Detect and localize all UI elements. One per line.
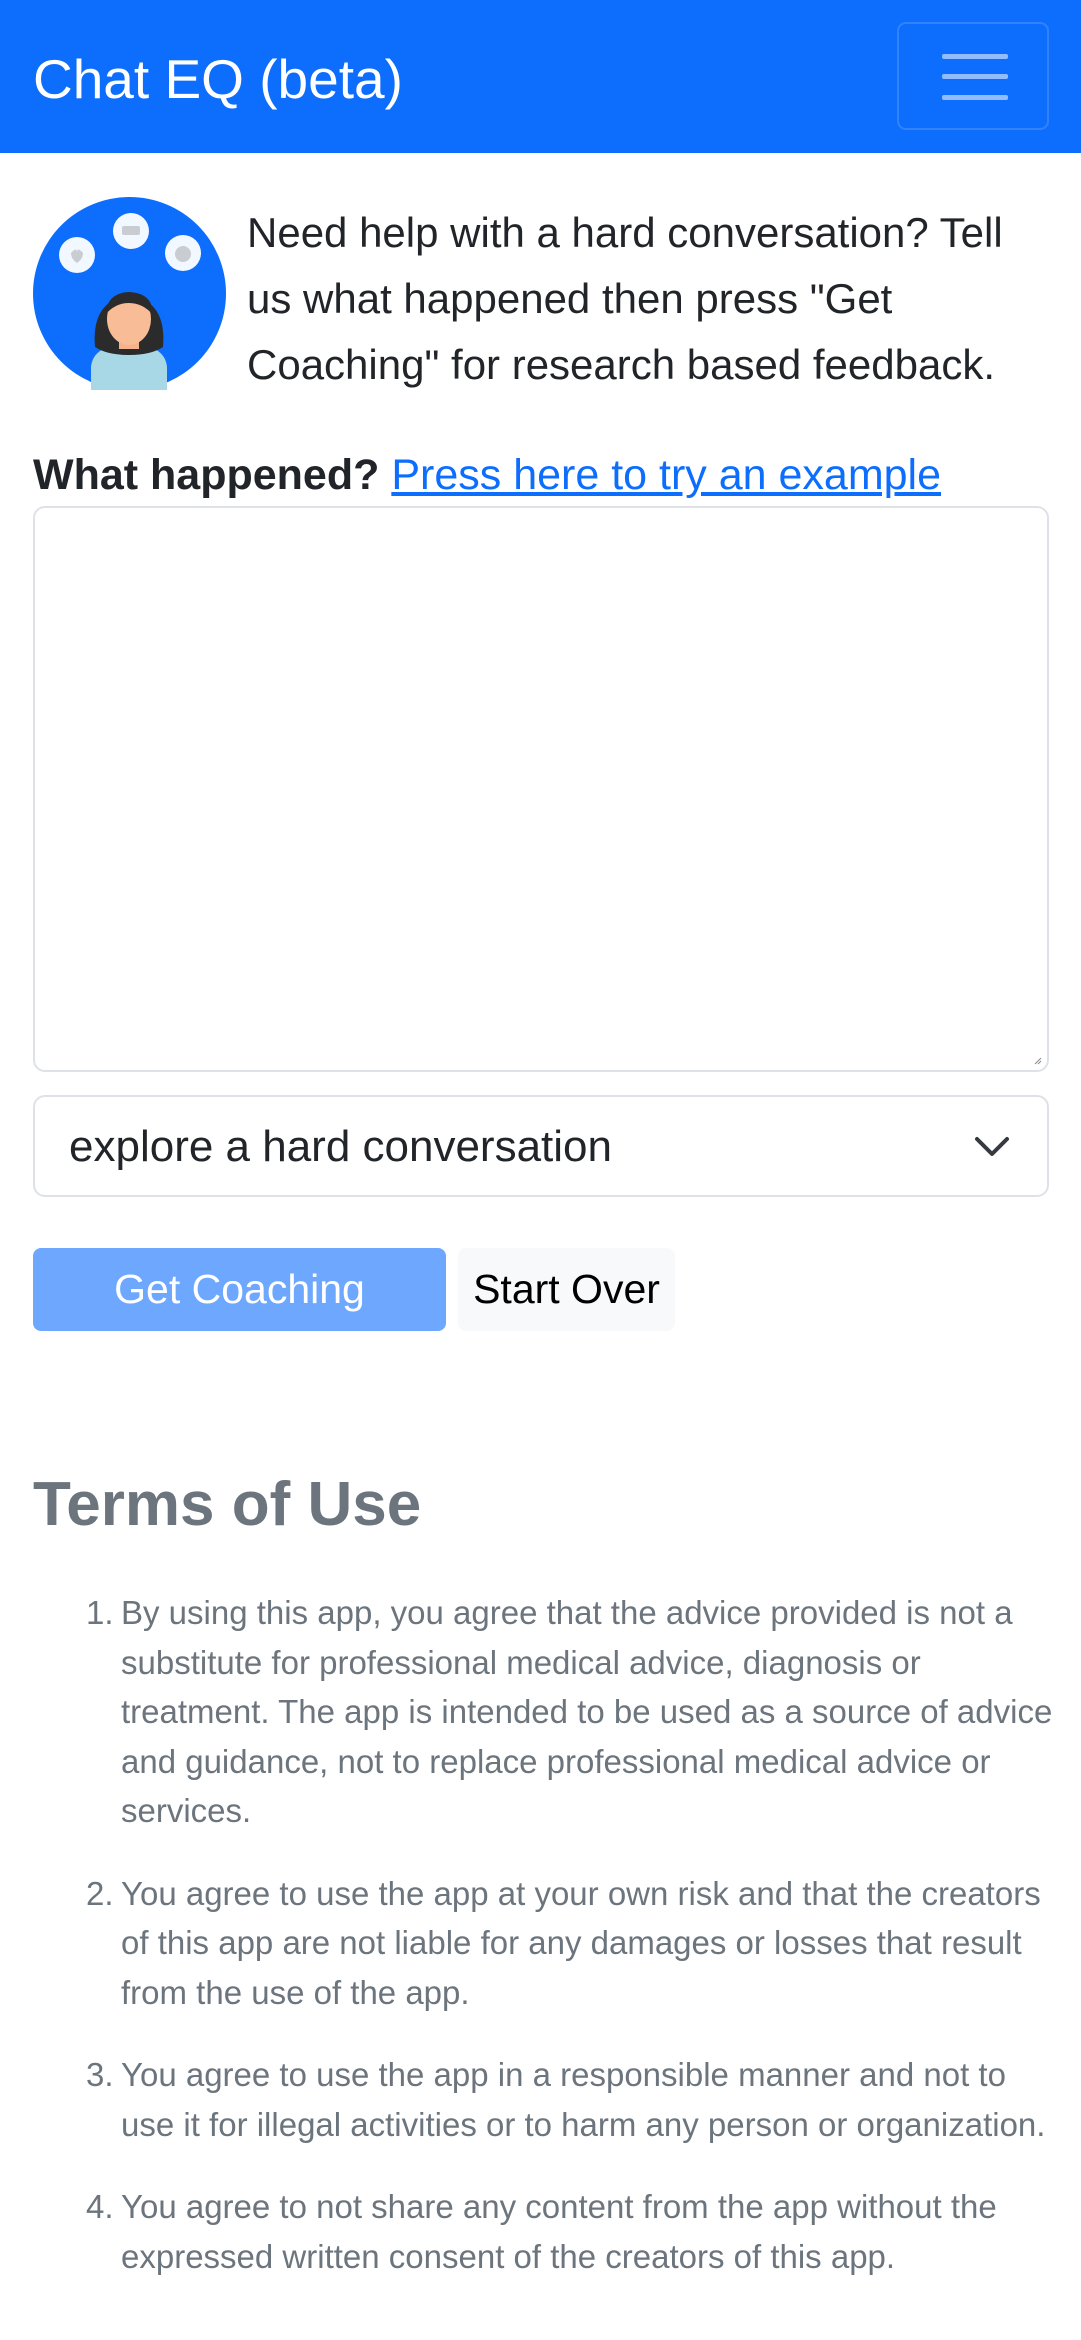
- menu-toggle-button[interactable]: [897, 22, 1049, 130]
- hamburger-menu-icon-bar: [942, 95, 1008, 100]
- navbar: Chat EQ (beta): [0, 0, 1081, 153]
- terms-item-text: You agree to use the app at your own ris…: [121, 1874, 1041, 2011]
- get-coaching-button[interactable]: Get Coaching: [33, 1248, 446, 1331]
- terms-item: 1. By using this app, you agree that the…: [0, 1588, 1081, 1836]
- resize-grip-icon[interactable]: [1034, 1057, 1042, 1065]
- coach-avatar-icon: [33, 197, 226, 390]
- hamburger-menu-icon: [942, 54, 1008, 59]
- conversation-type-select[interactable]: explore a hard conversation: [33, 1095, 1049, 1197]
- terms-item-number: 3.: [86, 2056, 114, 2093]
- intro-text: Need help with a hard conversation? Tell…: [247, 209, 1003, 388]
- terms-item: 4. You agree to not share any content fr…: [0, 2182, 1081, 2281]
- terms-item: 2. You agree to use the app at your own …: [0, 1869, 1081, 2018]
- form-label-row: What happened? Press here to try an exam…: [33, 447, 941, 503]
- app-brand[interactable]: Chat EQ (beta): [33, 46, 403, 112]
- chevron-down-icon: [975, 1137, 1009, 1156]
- select-value: explore a hard conversation: [69, 1122, 612, 1171]
- what-happened-label: What happened?: [33, 451, 380, 499]
- terms-title: Terms of Use: [33, 1470, 422, 1539]
- terms-item-text: You agree to use the app in a responsibl…: [121, 2056, 1046, 2143]
- terms-item-number: 4.: [86, 2188, 114, 2225]
- what-happened-textarea[interactable]: [33, 506, 1049, 1072]
- terms-item-number: 2.: [86, 1874, 114, 1912]
- terms-item: 3. You agree to use the app in a respons…: [0, 2050, 1081, 2149]
- hamburger-menu-icon-bar: [942, 74, 1008, 79]
- terms-item-number: 1.: [86, 1594, 114, 1631]
- start-over-button[interactable]: Start Over: [458, 1248, 675, 1331]
- terms-item-text: By using this app, you agree that the ad…: [121, 1594, 1053, 1829]
- terms-list: 1. By using this app, you agree that the…: [0, 1588, 1081, 2314]
- try-example-link[interactable]: Press here to try an example: [391, 451, 941, 499]
- terms-item-text: You agree to not share any content from …: [121, 2188, 997, 2275]
